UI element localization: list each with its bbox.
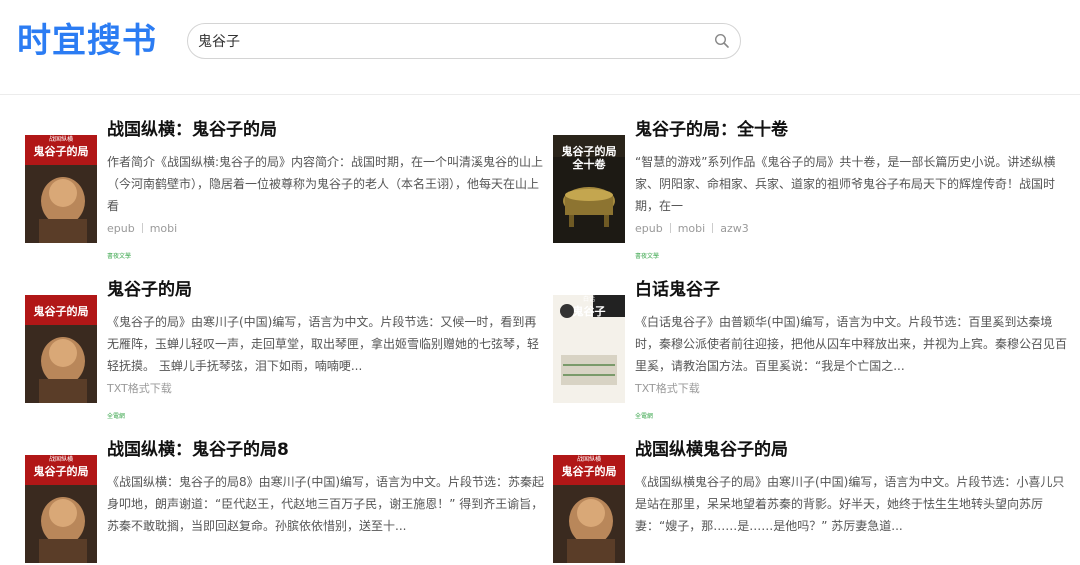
search-box[interactable] <box>187 23 741 59</box>
cover-title: 鬼谷子的局 <box>33 305 89 318</box>
result-item: 鬼谷子的局 全十卷 鬼谷子的局：全十卷 “智慧的游戏”系列作品《鬼谷子的局》共十卷，… <box>553 95 1075 260</box>
book-description: 《鬼谷子的局》由寒川子(中国)编写，语言为中文。片段节选：又候一时，看到再无雁阵… <box>107 315 540 373</box>
book-title-link[interactable]: 鬼谷子的局 <box>107 277 547 303</box>
result-item: 鬼谷子的局 战国纵横 战国纵横：鬼谷子的局作者简介《战国纵横:鬼谷子的局》内容简介：… <box>25 95 547 260</box>
search-icon[interactable] <box>714 33 730 49</box>
result-item: 鬼谷子的局 鬼谷子的局 《鬼谷子的局》由寒川子(中国)编写，语言为中文。片段节选：又… <box>25 255 547 420</box>
format-list: TXT格式下载 <box>107 381 547 397</box>
cover-title: 鬼谷子的局 <box>33 145 89 158</box>
cover-title: 鬼谷子的局 <box>561 465 617 478</box>
format-separator <box>141 223 143 233</box>
book-cover[interactable]: 鬼谷子的局 战国纵横 <box>553 455 625 563</box>
format-link[interactable]: epub <box>635 221 663 237</box>
cover-title: 鬼谷子的局 全十卷 <box>561 145 617 171</box>
format-link[interactable]: mobi <box>678 221 705 237</box>
book-description: 作者简介《战国纵横:鬼谷子的局》内容简介：战国时期，在一个叫清溪鬼谷的山上（今河… <box>107 155 544 213</box>
format-link[interactable]: epub <box>107 221 135 237</box>
format-link[interactable]: mobi <box>150 221 177 237</box>
format-list: epub mobi azw3 <box>635 221 1075 237</box>
format-separator <box>712 223 714 233</box>
result-item: 鬼谷子的局 战国纵横 战国纵横鬼谷子的局《战国纵横鬼谷子的局》由寒川子(中国)编写，… <box>553 415 1073 565</box>
book-title-link[interactable]: 战国纵横：鬼谷子的局8 <box>107 437 547 463</box>
site-logo[interactable]: 时宜搜书 <box>17 20 157 62</box>
book-cover[interactable]: 鬼谷子的局 全十卷 <box>553 135 625 243</box>
cover-subtitle: 白话 <box>582 296 595 303</box>
book-title-link[interactable]: 白话鬼谷子 <box>635 277 1075 303</box>
format-link[interactable]: TXT格式下载 <box>635 381 700 397</box>
book-title-link[interactable]: 鬼谷子的局：全十卷 <box>635 117 1075 143</box>
cover-title: 鬼谷子的局 <box>33 465 89 478</box>
header: 时宜搜书 <box>0 0 1080 95</box>
format-list: TXT格式下载 <box>635 381 1075 397</box>
book-description: 《战国纵横：鬼谷子的局8》由寒川子(中国)编写，语言为中文。片段节选：苏秦起身叩… <box>107 475 545 533</box>
cover-title: 鬼谷子 <box>572 305 606 318</box>
cover-subtitle: 战国纵横 <box>48 456 73 463</box>
cover-subtitle: 战国纵横 <box>576 456 601 463</box>
format-separator <box>669 223 671 233</box>
book-description: 《战国纵横鬼谷子的局》由寒川子(中国)编写，语言为中文。片段节选：小喜儿只是站在… <box>635 475 1065 533</box>
book-cover[interactable]: 鬼谷子的局 战国纵横 <box>25 455 97 563</box>
format-link[interactable]: azw3 <box>720 221 749 237</box>
result-item: 鬼谷子的局 战国纵横 战国纵横：鬼谷子的局8 《战国纵横：鬼谷子的局8》由寒川子(中国… <box>25 415 545 565</box>
book-title-link[interactable]: 战国纵横鬼谷子的局 <box>635 437 1075 463</box>
search-input[interactable] <box>198 24 698 58</box>
book-cover[interactable]: 鬼谷子的局 <box>25 295 97 403</box>
book-cover[interactable]: 鬼谷子的局 战国纵横 <box>25 135 97 243</box>
results-grid: 鬼谷子的局 战国纵横 战国纵横：鬼谷子的局 作者简介《战国纵横:鬼谷子的局》内容简介：… <box>0 95 1080 563</box>
book-cover[interactable]: 鬼谷子 白话 <box>553 295 625 403</box>
result-item: 鬼谷子 白话 白话鬼谷子《白话鬼谷子》由普颖华(中国)编写，语言为中文。片段节选：百… <box>553 255 1075 420</box>
book-title-link[interactable]: 战国纵横：鬼谷子的局 <box>107 117 547 143</box>
book-description: 《白话鬼谷子》由普颖华(中国)编写，语言为中文。片段节选：百里奚到达秦境时，秦穆… <box>635 315 1068 373</box>
format-link[interactable]: TXT格式下载 <box>107 381 172 397</box>
cover-subtitle: 战国纵横 <box>48 136 73 143</box>
book-description: “智慧的游戏”系列作品《鬼谷子的局》共十卷，是一部长篇历史小说。讲述纵横家、阴阳… <box>635 155 1056 213</box>
format-list: epub mobi <box>107 221 547 237</box>
